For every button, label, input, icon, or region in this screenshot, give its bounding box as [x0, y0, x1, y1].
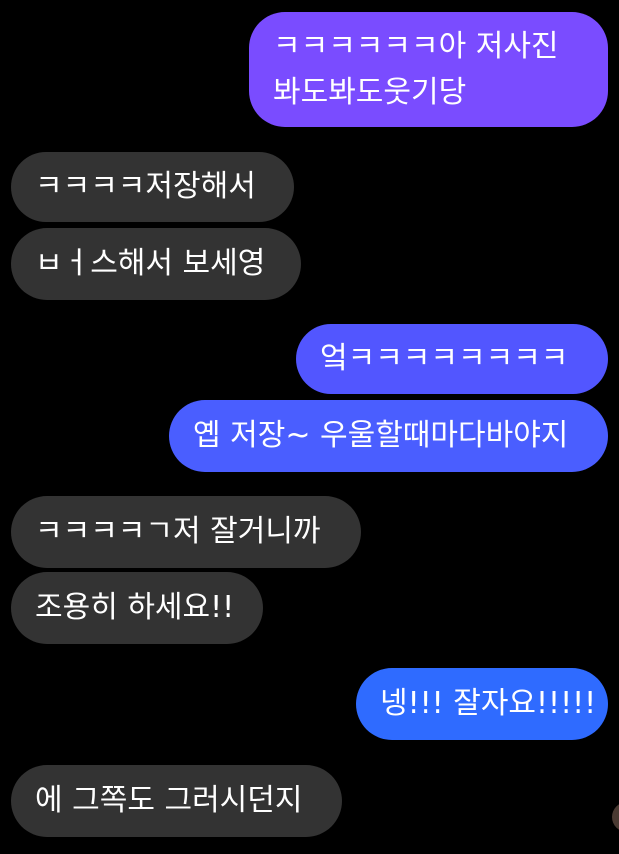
avatar[interactable] [612, 802, 619, 832]
message-text: ㅋㅋㅋㅋㄱ저 잘거니까 [35, 514, 321, 549]
message-received[interactable]: ㅋㅋㅋㅋ저장해서 [11, 152, 294, 222]
message-text: 옙 저장~ 우울할때마다바야지 [193, 418, 569, 453]
message-sent[interactable]: 옙 저장~ 우울할때마다바야지 [169, 400, 608, 472]
message-text: 엌ㅋㅋㅋㅋㅋㅋㅋㅋ [320, 341, 569, 376]
message-received[interactable]: 조용히 하세요!! [11, 572, 263, 644]
message-text: ㅂㅓ스해서 보세영 [35, 246, 266, 281]
message-text: ㅋㅋㅋㅋ저장해서 [35, 169, 256, 204]
chat-thread: ㅋㅋㅋㅋㅋㅋ아 저사진 봐도봐도웃기당 ㅋㅋㅋㅋ저장해서 ㅂㅓ스해서 보세영 엌… [0, 0, 619, 854]
message-received[interactable]: 에 그쪽도 그러시던지 [11, 765, 342, 837]
message-text: 에 그쪽도 그러시던지 [35, 783, 303, 818]
message-sent[interactable]: 엌ㅋㅋㅋㅋㅋㅋㅋㅋ [296, 324, 608, 394]
message-sent[interactable]: ㅋㅋㅋㅋㅋㅋ아 저사진 봐도봐도웃기당 [249, 12, 608, 127]
message-sent[interactable]: 넹!!! 잘자요!!!!! [356, 668, 608, 740]
message-received[interactable]: ㅂㅓ스해서 보세영 [11, 228, 301, 300]
message-received[interactable]: ㅋㅋㅋㅋㄱ저 잘거니까 [11, 496, 361, 568]
message-text: 조용히 하세요!! [35, 590, 235, 625]
message-text: 넹!!! 잘자요!!!!! [380, 686, 597, 721]
message-text: ㅋㅋㅋㅋㅋㅋ아 저사진 봐도봐도웃기당 [273, 29, 559, 110]
